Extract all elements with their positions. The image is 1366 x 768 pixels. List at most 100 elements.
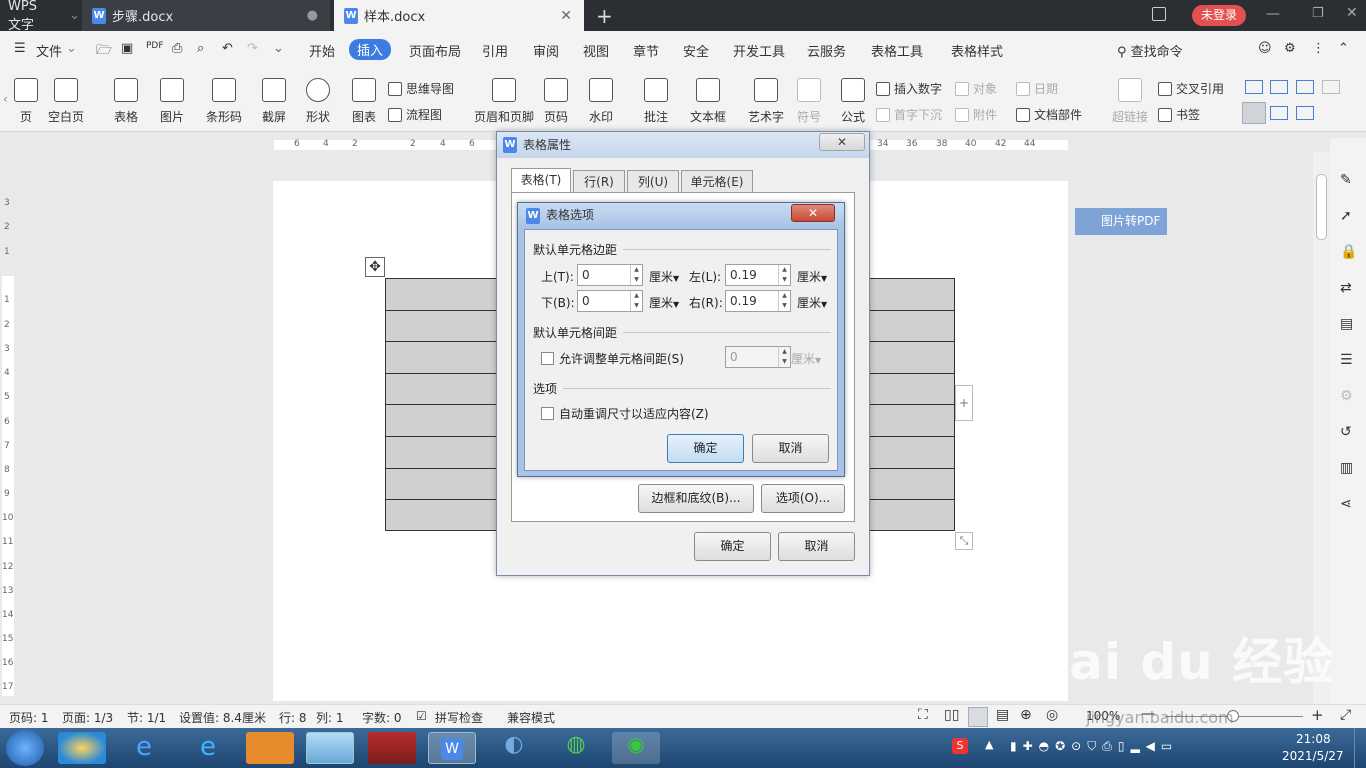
cancel-button[interactable]: 取消 xyxy=(778,532,855,561)
right-margin-input[interactable]: 0.19 ▲ ▼ xyxy=(725,290,791,312)
inner-cancel-button[interactable]: 取消 xyxy=(752,434,829,463)
undo-icon[interactable]: ↶ xyxy=(222,41,233,56)
spinner-arrows-icon[interactable]: ▲ ▼ xyxy=(630,265,642,285)
search-command[interactable]: ⚲ 查找命令 xyxy=(1117,41,1183,60)
redo-icon[interactable]: ↷ xyxy=(247,41,258,56)
autofit-label[interactable]: 自动重调尺寸以适应内容(Z) xyxy=(559,405,709,422)
app-tab[interactable]: WPS 文字 ⌄ xyxy=(0,0,80,33)
layout-toggle-active[interactable] xyxy=(1242,102,1266,124)
table-move-handle-icon[interactable]: ✥ xyxy=(365,257,385,277)
feedback-icon[interactable]: ☺ xyxy=(1258,41,1272,56)
picture-button[interactable]: 图片 xyxy=(160,78,184,125)
eye-care-icon[interactable]: ◎ xyxy=(1046,707,1058,723)
show-desktop-button[interactable] xyxy=(1354,728,1366,768)
login-button[interactable]: 未登录 xyxy=(1192,5,1246,26)
start-button-icon[interactable] xyxy=(6,730,44,766)
quick-access-dropdown-icon[interactable]: ⌄ xyxy=(273,41,284,56)
web-view-icon[interactable]: ⊕ xyxy=(1020,707,1032,723)
ribbon-scroll-left-icon[interactable]: ‹ xyxy=(3,92,8,106)
menu-chapter[interactable]: 章节 xyxy=(633,41,659,60)
insert-number-button[interactable]: 插入数字 xyxy=(876,80,942,97)
media-player-icon[interactable] xyxy=(246,732,294,764)
status-setting[interactable]: 设置值: 8.4厘米 xyxy=(179,709,266,726)
wordart-button[interactable]: 艺术字 xyxy=(748,78,784,125)
symbol-button[interactable]: 符号 xyxy=(797,78,821,125)
outline-view-icon[interactable]: ▤ xyxy=(996,707,1009,723)
date-button[interactable]: 日期 xyxy=(1016,80,1058,97)
tab-row[interactable]: 行(R) xyxy=(573,170,625,192)
close-icon[interactable]: ✕ xyxy=(560,8,572,24)
menu-cloud[interactable]: 云服务 xyxy=(807,41,846,60)
shape-button[interactable]: 形状 xyxy=(306,78,330,125)
menu-references[interactable]: 引用 xyxy=(482,41,508,60)
textbox-button[interactable]: 文本框 xyxy=(690,78,726,125)
status-spellcheck[interactable]: 拼写检查 xyxy=(435,709,483,726)
fullscreen-icon[interactable]: ⛶ xyxy=(918,707,928,723)
left-margin-input[interactable]: 0.19 ▲ ▼ xyxy=(725,264,791,286)
close-icon[interactable]: ✕ xyxy=(819,133,865,151)
vertical-ruler[interactable]: 3 2 1 1 2 3 4 5 6 7 8 9 10 11 12 13 14 1… xyxy=(0,152,16,704)
menu-developer[interactable]: 开发工具 xyxy=(733,41,785,60)
spacing-input[interactable]: 0 ▲ ▼ xyxy=(725,346,791,368)
ok-button[interactable]: 确定 xyxy=(694,532,771,561)
wps-writer-icon[interactable]: W xyxy=(428,732,476,764)
autofit-checkbox[interactable] xyxy=(541,407,554,420)
borders-shading-button[interactable]: 边框和底纹(B)... xyxy=(638,484,754,513)
status-row[interactable]: 行: 8 xyxy=(279,709,307,726)
sogou-input-icon[interactable]: S xyxy=(952,738,968,754)
pen-icon[interactable]: ✎ xyxy=(1340,172,1352,188)
formula-button[interactable]: 公式 xyxy=(841,78,865,125)
status-section[interactable]: 节: 1/1 xyxy=(127,709,166,726)
archive-icon[interactable]: ▤ xyxy=(1340,316,1353,332)
status-words[interactable]: 字数: 0 xyxy=(362,709,402,726)
print-icon[interactable]: ⎙ xyxy=(172,41,182,56)
format-icon-2[interactable] xyxy=(1270,80,1288,94)
maximize-icon[interactable]: ❐ xyxy=(1312,6,1324,21)
status-page-of[interactable]: 页面: 1/3 xyxy=(62,709,113,726)
resize-table-icon[interactable]: ⤡ xyxy=(955,532,973,550)
system-tray-icons[interactable]: ▮✚◓✪⊙⛉⎙▯▂◀▭ xyxy=(1010,739,1190,755)
menu-table-style[interactable]: 表格样式 xyxy=(951,41,1003,60)
watermark-button[interactable]: 水印 xyxy=(589,78,613,125)
options-button[interactable]: 选项(O)... xyxy=(761,484,845,513)
file-explorer-icon[interactable] xyxy=(306,732,354,764)
lock-icon[interactable]: 🔒 xyxy=(1340,244,1357,260)
doc-parts-button[interactable]: 文档部件 xyxy=(1016,106,1082,123)
clock-time[interactable]: 21:08 xyxy=(1296,732,1331,746)
collapse-ribbon-icon[interactable]: ⌃ xyxy=(1338,41,1349,56)
layout-icon-2[interactable] xyxy=(1270,106,1288,120)
cross-reference-button[interactable]: 交叉引用 xyxy=(1158,80,1224,97)
format-icon-4[interactable] xyxy=(1322,80,1340,94)
zoom-in-icon[interactable]: + xyxy=(1311,706,1324,724)
clock-date[interactable]: 2021/5/27 xyxy=(1282,749,1344,763)
layout-icon-3[interactable] xyxy=(1296,106,1314,120)
menu-security[interactable]: 安全 xyxy=(683,41,709,60)
format-icon-3[interactable] xyxy=(1296,80,1314,94)
table-properties-titlebar[interactable]: W 表格属性 ✕ xyxy=(497,132,869,158)
open-icon[interactable]: 🗁 xyxy=(96,41,112,63)
document-tab-2[interactable]: W 样本.docx ✕ xyxy=(334,0,584,31)
screenshot-button[interactable]: 截屏 xyxy=(262,78,286,125)
spinner-arrows-icon[interactable]: ▲ ▼ xyxy=(778,291,790,311)
spinner-arrows-icon[interactable]: ▲ ▼ xyxy=(630,291,642,311)
spinner-arrows-icon[interactable]: ▲ ▼ xyxy=(778,347,790,367)
print-preview-icon[interactable]: ⌕ xyxy=(197,41,204,56)
table-options-titlebar[interactable]: W 表格选项 ✕ xyxy=(518,203,844,228)
menu-table-tools[interactable]: 表格工具 xyxy=(871,41,923,60)
menu-review[interactable]: 审阅 xyxy=(533,41,559,60)
tray-arrow-icon[interactable]: ▲ xyxy=(985,738,993,751)
edge-browser-icon[interactable]: ◐ xyxy=(490,732,538,764)
top-margin-unit[interactable]: 厘米▼ xyxy=(649,268,679,285)
allow-spacing-label[interactable]: 允许调整单元格间距(S) xyxy=(559,350,684,367)
report-icon[interactable]: ▥ xyxy=(1340,460,1353,476)
format-icon-1[interactable] xyxy=(1245,80,1263,94)
tab-column[interactable]: 列(U) xyxy=(627,170,679,192)
chart-button[interactable]: 图表 xyxy=(352,78,376,125)
scrollbar-thumb[interactable] xyxy=(1316,174,1327,240)
object-button[interactable]: 对象 xyxy=(955,80,997,97)
menu-start[interactable]: 开始 xyxy=(309,41,335,60)
history-icon[interactable]: ↺ xyxy=(1340,424,1352,440)
wechat-icon[interactable]: ◉ xyxy=(612,732,660,764)
fit-page-icon[interactable]: ⤢ xyxy=(1340,707,1351,723)
blank-page-button[interactable]: 空白页 xyxy=(48,78,84,125)
